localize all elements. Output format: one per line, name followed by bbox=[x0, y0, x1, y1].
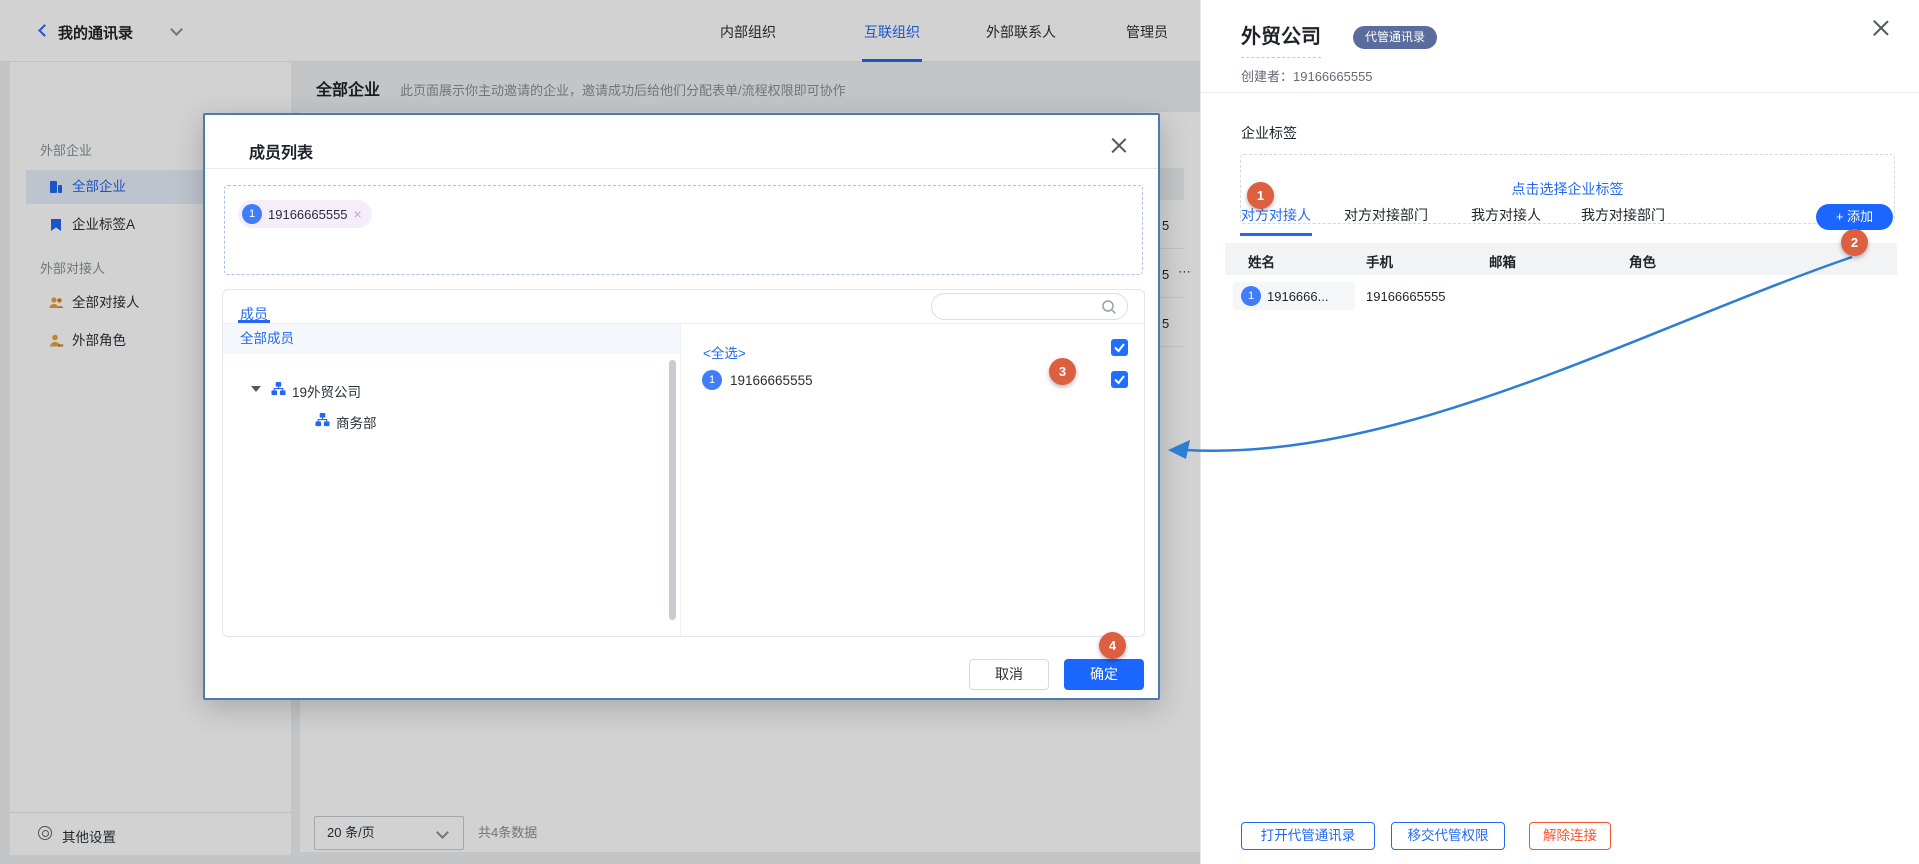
column-divider bbox=[680, 324, 681, 637]
selected-member-chip[interactable]: 1 19166665555 × bbox=[238, 200, 372, 228]
open-managed-contacts-button[interactable]: 打开代管通讯录 bbox=[1241, 822, 1375, 850]
search-icon bbox=[1101, 299, 1117, 315]
org-icon bbox=[271, 381, 286, 396]
modal-title: 成员列表 bbox=[249, 139, 313, 163]
search-input[interactable] bbox=[931, 293, 1128, 320]
avatar: 1 bbox=[242, 204, 262, 224]
step-badge-1: 1 bbox=[1247, 182, 1274, 209]
cancel-button[interactable]: 取消 bbox=[969, 659, 1049, 690]
avatar: 1 bbox=[1241, 286, 1261, 306]
modal-divider bbox=[205, 168, 1158, 169]
column-phone: 手机 bbox=[1366, 251, 1393, 271]
avatar: 1 bbox=[702, 370, 722, 390]
contact-phone: 19166665555 bbox=[1366, 289, 1446, 304]
member-checkbox[interactable] bbox=[1111, 371, 1128, 388]
select-all-link[interactable]: <全选> bbox=[703, 342, 746, 362]
app-root: 我的通讯录 内部组织 互联组织 外部联系人 管理员 外部企业 + 全部企业 企业… bbox=[0, 0, 1919, 864]
member-picker-panel: 成员 全部成员 19外贸公司 商务部 <全选> bbox=[222, 289, 1145, 637]
managed-contacts-badge: 代管通讯录 bbox=[1353, 26, 1437, 49]
scrollbar-thumb[interactable] bbox=[669, 360, 676, 620]
modal-close-icon[interactable] bbox=[1108, 135, 1130, 157]
tab-our-contacts[interactable]: 我方对接人 bbox=[1471, 205, 1541, 225]
chip-remove-icon[interactable]: × bbox=[354, 206, 362, 222]
add-contact-button[interactable]: + 添加 bbox=[1816, 204, 1893, 230]
step-badge-2: 2 bbox=[1841, 229, 1868, 256]
column-name: 姓名 bbox=[1248, 251, 1275, 271]
tree-expand-caret-icon[interactable] bbox=[251, 386, 261, 392]
company-tag-section-label: 企业标签 bbox=[1241, 123, 1297, 143]
tree-node-company[interactable]: 19外贸公司 bbox=[292, 381, 361, 401]
tab-their-departments[interactable]: 对方对接部门 bbox=[1344, 205, 1428, 225]
selected-members-box[interactable]: 1 19166665555 × bbox=[224, 185, 1143, 275]
tab-our-departments[interactable]: 我方对接部门 bbox=[1581, 205, 1665, 225]
tab-their-contacts[interactable]: 对方对接人 bbox=[1241, 205, 1311, 225]
disconnect-button[interactable]: 解除连接 bbox=[1529, 822, 1611, 850]
panel-close-icon[interactable] bbox=[1869, 16, 1893, 40]
all-members-label: 全部成员 bbox=[240, 331, 294, 346]
org-icon bbox=[315, 412, 330, 427]
member-list-modal: 成员列表 1 19166665555 × 成员 全部成员 bbox=[203, 113, 1160, 700]
step-badge-3: 3 bbox=[1049, 358, 1076, 385]
divider bbox=[1201, 92, 1919, 93]
step-badge-4: 4 bbox=[1099, 632, 1126, 659]
chip-label: 19166665555 bbox=[268, 207, 348, 222]
column-role: 角色 bbox=[1629, 251, 1656, 271]
active-tab-underline bbox=[1240, 233, 1312, 236]
contact-name: 1916666... bbox=[1267, 289, 1328, 304]
creator-label: 创建者：19166665555 bbox=[1241, 66, 1373, 85]
confirm-button[interactable]: 确定 bbox=[1064, 659, 1144, 690]
company-detail-panel: 外贸公司 代管通讯录 创建者：19166665555 企业标签 点击选择企业标签… bbox=[1200, 0, 1919, 864]
member-name: 19166665555 bbox=[730, 373, 813, 388]
all-members-row[interactable]: 全部成员 bbox=[223, 324, 680, 354]
select-all-checkbox[interactable] bbox=[1111, 339, 1128, 356]
contacts-table-header: 姓名 手机 邮箱 角色 bbox=[1225, 243, 1897, 275]
column-email: 邮箱 bbox=[1489, 251, 1516, 271]
select-company-tag-button[interactable]: 点击选择企业标签 bbox=[1240, 154, 1895, 224]
transfer-managed-rights-button[interactable]: 移交代管权限 bbox=[1391, 822, 1505, 850]
tree-node-department[interactable]: 商务部 bbox=[336, 412, 377, 432]
company-name: 外贸公司 bbox=[1241, 20, 1321, 58]
